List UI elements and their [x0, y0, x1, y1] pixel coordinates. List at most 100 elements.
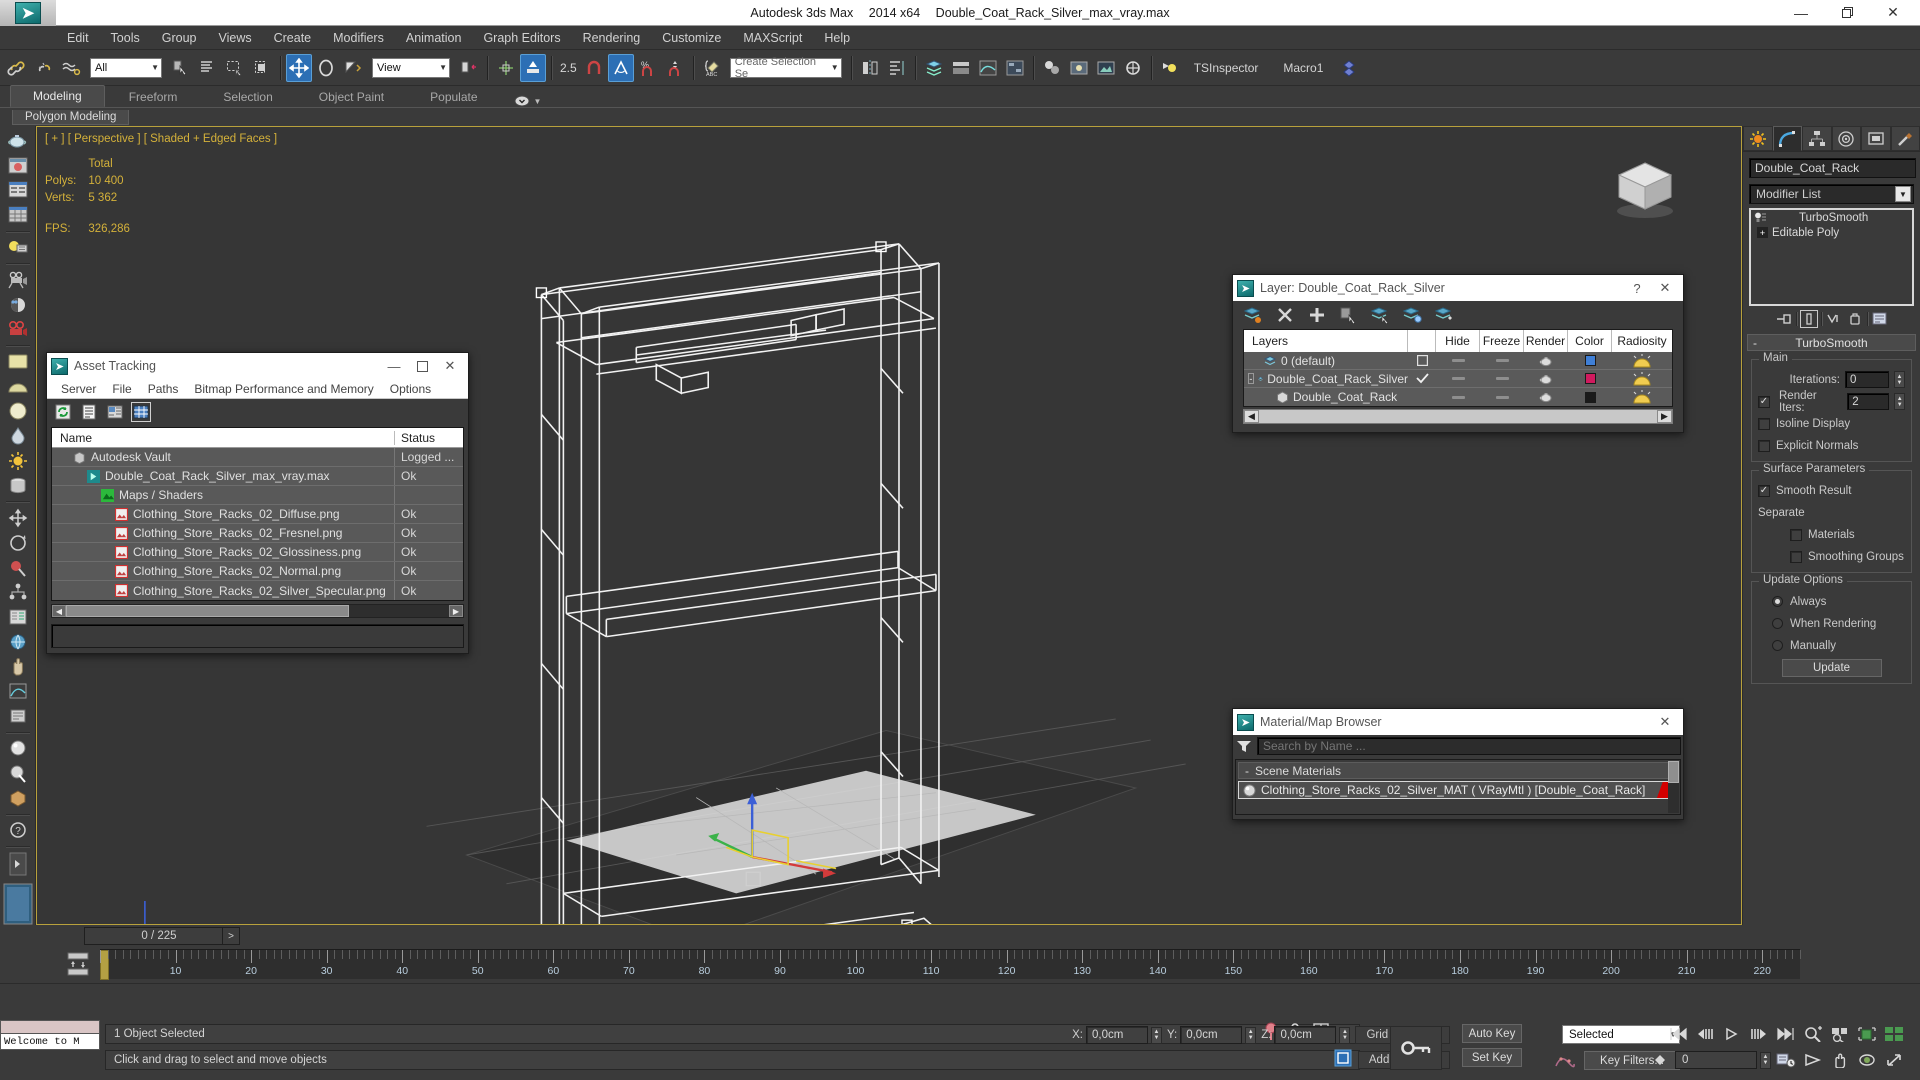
material-slot-dome-icon[interactable]: [4, 376, 32, 398]
iterations-input[interactable]: 0: [1845, 371, 1889, 388]
when-rendering-radio[interactable]: [1772, 618, 1783, 629]
rollout-header-turbosmooth[interactable]: - TurboSmooth: [1747, 334, 1916, 351]
menu-item-group[interactable]: Group: [151, 28, 208, 48]
zoom-time-icon[interactable]: [1801, 1024, 1825, 1044]
color-swatch[interactable]: [1568, 355, 1612, 366]
radiosity-toggle[interactable]: [1612, 371, 1672, 387]
asset-menu-bitmap[interactable]: Bitmap Performance and Memory: [186, 380, 381, 398]
orbit-view-icon[interactable]: [1855, 1050, 1879, 1070]
freeze-toggle[interactable]: [1480, 377, 1524, 380]
remove-modifier-icon[interactable]: [1846, 310, 1864, 328]
menu-item-views[interactable]: Views: [207, 28, 262, 48]
collapse-icon[interactable]: -: [1248, 373, 1254, 384]
select-and-scale-icon[interactable]: [340, 54, 366, 82]
table-row[interactable]: Double_Coat_Rack_Silver_max_vray.max Ok: [52, 467, 463, 486]
spinner-snap-toggle-icon[interactable]: [662, 54, 688, 82]
asset-tracking-titlebar[interactable]: ➤ Asset Tracking — ✕: [47, 353, 468, 379]
radiosity-toggle[interactable]: [1612, 353, 1672, 369]
select-and-link-icon[interactable]: [4, 54, 30, 82]
schematic-view-icon[interactable]: [1002, 54, 1028, 82]
tab-object-paint[interactable]: Object Paint: [297, 87, 406, 107]
smoothing-groups-checkbox[interactable]: [1790, 550, 1802, 563]
asset-close-button[interactable]: ✕: [436, 354, 464, 378]
menu-item-customize[interactable]: Customize: [651, 28, 732, 48]
layer-manager-icon[interactable]: [921, 54, 947, 82]
table-row[interactable]: Clothing_Store_Racks_02_Diffuse.png Ok: [52, 505, 463, 524]
color-swatch[interactable]: [1568, 373, 1612, 384]
scroll-left-arrow-icon[interactable]: ◀: [52, 605, 66, 617]
table-row[interactable]: Double_Coat_Rack: [1244, 388, 1672, 406]
menu-item-animation[interactable]: Animation: [395, 28, 473, 48]
list-view-icon[interactable]: [4, 179, 32, 201]
rectangular-selection-region-icon[interactable]: [222, 54, 248, 82]
snaps-toggle-icon[interactable]: [581, 54, 607, 82]
manually-radio[interactable]: [1772, 640, 1783, 651]
align-icon[interactable]: [884, 54, 910, 82]
hide-toggle[interactable]: [1436, 395, 1480, 399]
named-selection-set-input[interactable]: Create Selection Se ▼: [729, 56, 842, 80]
ribbon-options-button[interactable]: ▼: [514, 95, 541, 107]
object-name-input[interactable]: [1749, 158, 1916, 178]
frame-indicator[interactable]: 0 / 225: [84, 927, 234, 945]
asset-maximize-button[interactable]: [408, 354, 436, 378]
video-camera-icon[interactable]: [4, 319, 32, 341]
table-row[interactable]: Clothing_Store_Racks_02_Fresnel.png Ok: [52, 524, 463, 543]
current-layer-checkbox[interactable]: [1408, 355, 1436, 366]
render-iters-spinner[interactable]: ▲ ▼: [1894, 393, 1905, 410]
preview-thumbnail[interactable]: [2, 883, 34, 925]
use-selection-center-icon[interactable]: [493, 54, 519, 82]
material-browser-close-button[interactable]: ✕: [1651, 710, 1679, 734]
tab-create[interactable]: [1743, 126, 1773, 151]
asset-minimize-button[interactable]: —: [380, 354, 408, 378]
pick-object-icon[interactable]: [4, 557, 32, 579]
configure-modifier-sets-icon[interactable]: [1871, 310, 1889, 328]
menu-item-modifiers[interactable]: Modifiers: [322, 28, 395, 48]
scroll-track[interactable]: [66, 605, 449, 617]
column-header-freeze[interactable]: Freeze: [1480, 330, 1524, 352]
column-header-render[interactable]: Render: [1524, 330, 1568, 352]
search-input[interactable]: [1257, 737, 1681, 755]
table-row[interactable]: Autodesk Vault Logged ...: [52, 448, 463, 467]
add-selection-icon[interactable]: [1307, 305, 1327, 325]
column-header-color[interactable]: Color: [1568, 330, 1612, 352]
column-header-current[interactable]: [1408, 330, 1436, 352]
close-button[interactable]: ✕: [1870, 1, 1916, 25]
material-browser-scrollbar[interactable]: [1668, 761, 1679, 813]
menu-item-tools[interactable]: Tools: [100, 28, 151, 48]
zoom-extents-icon[interactable]: [1855, 1024, 1879, 1044]
create-new-layer-icon[interactable]: [1243, 305, 1263, 325]
listener-output-area[interactable]: [0, 1020, 100, 1034]
select-by-name-icon[interactable]: [195, 54, 221, 82]
sphere-preview-icon[interactable]: [4, 737, 32, 759]
menu-item-help[interactable]: Help: [813, 28, 861, 48]
coord-z-spinner[interactable]: ▲ ▼: [1339, 1026, 1351, 1044]
toggle-ribbon-icon[interactable]: [948, 54, 974, 82]
macro-button-tsinspector[interactable]: TSInspector: [1182, 61, 1271, 75]
material-browser-titlebar[interactable]: ➤ Material/Map Browser ✕: [1233, 709, 1683, 735]
expand-panel-icon[interactable]: [4, 852, 32, 876]
set-key-curve-icon[interactable]: [1552, 1051, 1578, 1070]
reference-coordinate-dropdown[interactable]: View ▼: [372, 57, 450, 78]
thumbnail-mode-icon[interactable]: [105, 402, 125, 422]
table-row[interactable]: - Double_Coat_Rack_Silver: [1244, 370, 1672, 388]
category-expander[interactable]: -: [1245, 764, 1249, 778]
table-row[interactable]: 0 (default): [1244, 352, 1672, 370]
tab-hierarchy[interactable]: [1802, 126, 1832, 151]
sun-icon[interactable]: [4, 450, 32, 472]
next-frame-icon[interactable]: [1747, 1024, 1771, 1044]
go-to-start-icon[interactable]: [1666, 1024, 1690, 1044]
render-preview-icon[interactable]: [4, 155, 32, 177]
maxscript-mini-listener[interactable]: Welcome to M: [0, 1020, 100, 1050]
named-selection-sets-icon[interactable]: ABC: [699, 54, 725, 82]
current-frame-input[interactable]: 0: [1675, 1051, 1757, 1069]
asset-tracking-table[interactable]: Name Status Autodesk Vault Logged ... Do…: [51, 427, 464, 601]
select-object-icon[interactable]: [168, 54, 194, 82]
menu-item-edit[interactable]: Edit: [56, 28, 100, 48]
asset-menu-paths[interactable]: Paths: [140, 380, 187, 398]
listener-input[interactable]: Welcome to M: [0, 1034, 100, 1050]
track-bar-icon[interactable]: [66, 951, 90, 977]
key-mode-toggle[interactable]: [1390, 1026, 1442, 1070]
maximize-viewport-icon[interactable]: [1882, 1050, 1906, 1070]
teapot-primitive-icon[interactable]: [4, 130, 32, 152]
scroll-thumb[interactable]: [1668, 761, 1679, 783]
